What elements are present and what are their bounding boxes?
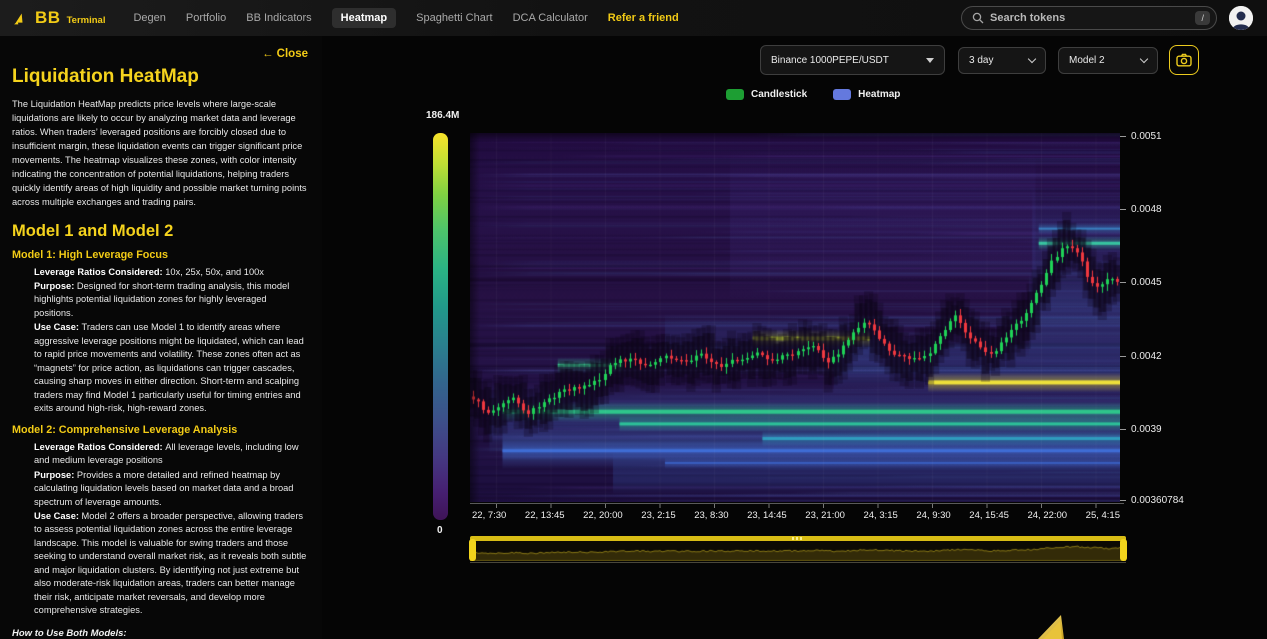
model-points: Leverage Ratios Considered: All leverage… [34, 441, 308, 618]
info-sidebar: ← Close Liquidation HeatMap The Liquidat… [0, 36, 322, 639]
model-points: Leverage Ratios Considered: 10x, 25x, 50… [34, 266, 308, 416]
model-point: Purpose: Provides a more detailed and re… [34, 469, 308, 509]
menu-item-degen[interactable]: Degen [133, 12, 165, 24]
time-tick-label: 23, 2:15 [641, 510, 675, 521]
avatar[interactable] [1229, 6, 1253, 30]
logo-text: BB [35, 8, 61, 28]
navigator-left-handle[interactable] [469, 539, 476, 561]
caret-down-icon [926, 58, 934, 63]
page-title: Liquidation HeatMap [12, 66, 308, 88]
intro-paragraph: The Liquidation HeatMap predicts price l… [12, 98, 308, 210]
price-tick-label: 0.0048 [1120, 204, 1162, 215]
legend-label: Candlestick [751, 89, 807, 100]
price-axis: 0.0051 0.0048 0.0045 0.0042 0.0039 0.00360784 [1120, 133, 1230, 513]
time-tick-label: 23, 14:45 [747, 510, 787, 521]
menu-item-dca-calculator[interactable]: DCA Calculator [513, 12, 588, 24]
time-tick-label: 23, 8:30 [694, 510, 728, 521]
screenshot-button[interactable] [1169, 45, 1199, 75]
time-tick-label: 25, 4:15 [1086, 510, 1120, 521]
x-axis-ticks [470, 504, 1124, 508]
timeframe-select[interactable]: 3 day [958, 47, 1046, 74]
time-tick-label: 23, 21:00 [805, 510, 845, 521]
time-tick-label: 24, 15:45 [969, 510, 1009, 521]
menu-item-portfolio[interactable]: Portfolio [186, 12, 226, 24]
models-section-title: Model 1 and Model 2 [12, 222, 308, 241]
color-scale [433, 133, 448, 520]
models-descriptions: Model 1: High Leverage Focus Leverage Rat… [12, 249, 308, 618]
legend-item-candlestick[interactable]: Candlestick [726, 89, 807, 100]
price-tick-label: 0.0042 [1120, 351, 1162, 362]
time-tick-label: 24, 9:30 [916, 510, 950, 521]
usage-heading: How to Use Both Models: [12, 628, 308, 639]
search-input[interactable]: Search tokens / [961, 6, 1217, 30]
legend-item-heatmap[interactable]: Heatmap [833, 89, 900, 100]
usage-section: How to Use Both Models: Compare both mod… [12, 628, 308, 639]
legend-swatch [726, 89, 744, 100]
search-placeholder: Search tokens [990, 12, 1195, 24]
time-axis: 22, 7:30 22, 13:45 22, 20:00 23, 2:15 23, 8:… [470, 510, 1122, 521]
chart-legend: Candlestick Heatmap [726, 89, 900, 100]
time-tick-label: 22, 20:00 [583, 510, 623, 521]
timeframe-select-value: 3 day [969, 55, 1029, 66]
price-tick-label: 0.0051 [1120, 131, 1162, 142]
menu-item-heatmap[interactable]: Heatmap [332, 8, 396, 28]
heatmap-chart-canvas[interactable] [470, 133, 1120, 502]
chevron-down-icon [1028, 55, 1036, 63]
brand-corner-graphic [1036, 614, 1068, 639]
logo-suffix: Terminal [67, 15, 106, 26]
menu-item-refer-a-friend[interactable]: Refer a friend [608, 12, 679, 24]
time-tick-label: 22, 13:45 [525, 510, 565, 521]
navigator-sparkline [470, 541, 1126, 561]
navigator-right-handle[interactable] [1120, 539, 1127, 561]
time-tick-label: 22, 7:30 [472, 510, 506, 521]
time-tick-label: 24, 22:00 [1027, 510, 1067, 521]
time-tick-label: 24, 3:15 [863, 510, 897, 521]
model-select-value: Model 2 [1069, 55, 1141, 66]
chevron-down-icon [1140, 55, 1148, 63]
search-shortcut-badge: / [1195, 11, 1210, 25]
price-tick-label: 0.0045 [1120, 277, 1162, 288]
search-icon [972, 12, 984, 24]
app-root: BB Terminal Degen Portfolio BB Indicators H… [0, 0, 1267, 639]
legend-label: Heatmap [858, 89, 900, 100]
model-heading: Model 2: Comprehensive Leverage Analysis [12, 424, 308, 436]
model-select[interactable]: Model 2 [1058, 47, 1158, 74]
legend-swatch [833, 89, 851, 100]
price-tick-label: 0.00360784 [1120, 495, 1184, 506]
camera-icon [1176, 53, 1192, 67]
model-heading: Model 1: High Leverage Focus [12, 249, 308, 261]
range-navigator[interactable] [470, 536, 1126, 563]
pair-select-value: Binance 1000PEPE/USDT [771, 55, 926, 66]
menu-item-spaghetti-chart[interactable]: Spaghetti Chart [416, 12, 492, 24]
model-point: Leverage Ratios Considered: All leverage… [34, 441, 308, 468]
model-point: Use Case: Traders can use Model 1 to ide… [34, 321, 308, 415]
top-nav: BB Terminal Degen Portfolio BB Indicators H… [0, 0, 1267, 36]
pair-select[interactable]: Binance 1000PEPE/USDT [760, 45, 945, 75]
logo-swoosh-icon [14, 11, 31, 26]
model-point: Purpose: Designed for short-term trading… [34, 280, 308, 320]
avatar-image [1229, 6, 1253, 30]
topbar-right: Search tokens / [961, 6, 1253, 30]
price-tick-label: 0.0039 [1120, 424, 1162, 435]
close-button[interactable]: ← Close [262, 48, 308, 60]
model-point: Use Case: Model 2 offers a broader persp… [34, 510, 308, 618]
colorbar-max-label: 186.4M [426, 110, 459, 121]
model-point: Leverage Ratios Considered: 10x, 25x, 50… [34, 266, 308, 279]
colorbar-min-label: 0 [437, 525, 443, 536]
main-menu: Degen Portfolio BB Indicators Heatmap Spaghe… [133, 8, 678, 28]
brand-logo[interactable]: BB Terminal [14, 8, 105, 28]
navigator-grip-icon [792, 537, 804, 540]
menu-item-bb-indicators[interactable]: BB Indicators [246, 12, 311, 24]
